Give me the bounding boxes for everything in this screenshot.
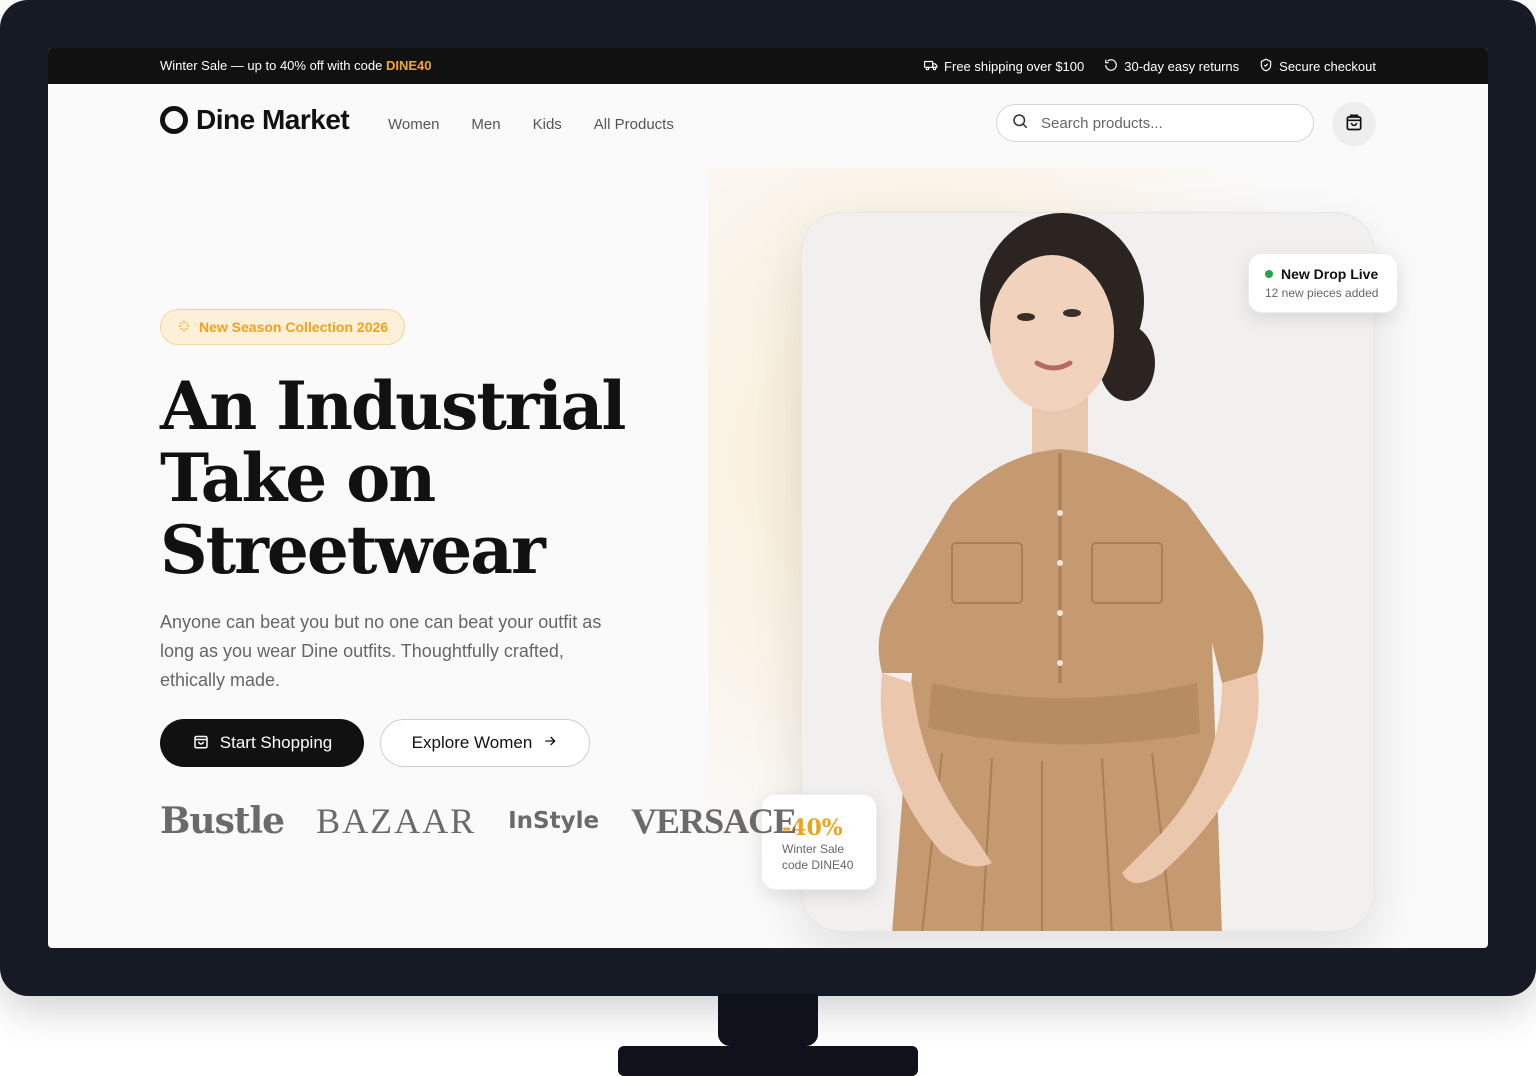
brand-instyle: InStyle bbox=[508, 808, 600, 834]
perks-list: Free shipping over $100 30-day easy retu… bbox=[924, 58, 1376, 75]
sale-code: DINE40 bbox=[385, 58, 432, 73]
browser-screen: Winter Sale — up to 40% off with code DI… bbox=[48, 48, 1488, 948]
sale-text: Winter Sale — up to 40% off with code bbox=[160, 58, 383, 73]
hero-photo-card bbox=[801, 212, 1375, 932]
cart-button[interactable] bbox=[1332, 102, 1376, 146]
brand-bazaar: BAZAAR bbox=[316, 801, 477, 841]
nav-all-products[interactable]: All Products bbox=[594, 116, 674, 133]
explore-women-label: Explore Women bbox=[411, 733, 533, 752]
perk-returns: 30-day easy returns bbox=[1104, 58, 1239, 75]
brand-logos: Bustle BAZAAR InStyle VERSACE bbox=[160, 800, 797, 842]
monitor-frame: Winter Sale — up to 40% off with code DI… bbox=[0, 0, 1536, 996]
headline-line-3: Streetwear bbox=[160, 511, 546, 589]
start-shopping-label: Start Shopping bbox=[219, 733, 333, 752]
site-logo[interactable]: Dine Market bbox=[160, 104, 350, 136]
announcement-bar: Winter Sale — up to 40% off with code DI… bbox=[48, 48, 1488, 84]
drop-title-text: New Drop Live bbox=[1281, 266, 1379, 282]
perk-label: Free shipping over $100 bbox=[944, 59, 1085, 74]
perk-secure: Secure checkout bbox=[1259, 58, 1376, 75]
headline-line-1: An Industrial bbox=[160, 367, 626, 445]
hero-headline: An Industrial Take on Streetwear bbox=[160, 367, 626, 589]
sale-line-2: code DINE40 bbox=[782, 858, 854, 872]
sparkle-icon bbox=[177, 319, 191, 336]
sale-announcement: Winter Sale — up to 40% off with code DI… bbox=[160, 58, 431, 73]
nav-women[interactable]: Women bbox=[388, 116, 439, 133]
sale-line-1: Winter Sale bbox=[782, 842, 845, 856]
perk-label: 30-day easy returns bbox=[1124, 59, 1240, 74]
headline-line-2: Take on bbox=[160, 439, 436, 517]
badge-text: New Season Collection 2026 bbox=[199, 319, 389, 335]
search-box[interactable] bbox=[996, 104, 1314, 142]
new-drop-card: New Drop Live 12 new pieces added bbox=[1248, 253, 1398, 313]
nav-men[interactable]: Men bbox=[471, 116, 500, 133]
perk-shipping: Free shipping over $100 bbox=[924, 58, 1084, 75]
drop-title: New Drop Live bbox=[1265, 266, 1381, 282]
hero-description: Anyone can beat you but no one can beat … bbox=[160, 612, 602, 690]
monitor-stand-base bbox=[618, 1046, 918, 1076]
perk-label: Secure checkout bbox=[1279, 59, 1376, 74]
search-input[interactable] bbox=[1039, 113, 1303, 133]
logo-text: Dine Market bbox=[196, 104, 350, 135]
shopping-bag-icon bbox=[192, 732, 210, 755]
main-nav: Women Men Kids All Products bbox=[388, 116, 674, 133]
collection-badge: New Season Collection 2026 bbox=[160, 309, 406, 345]
truck-icon bbox=[924, 58, 938, 75]
drop-subtitle: 12 new pieces added bbox=[1265, 286, 1379, 300]
search-icon bbox=[1011, 112, 1029, 135]
logo-ring-icon bbox=[160, 106, 188, 134]
start-shopping-button[interactable]: Start Shopping bbox=[160, 719, 364, 767]
monitor-stand-neck bbox=[718, 994, 818, 1046]
shield-icon bbox=[1259, 58, 1273, 75]
shopping-bag-icon bbox=[1344, 112, 1364, 137]
live-status-dot bbox=[1265, 270, 1273, 278]
nav-kids[interactable]: Kids bbox=[533, 116, 562, 133]
explore-women-button[interactable]: Explore Women bbox=[380, 719, 590, 767]
brand-bustle: Bustle bbox=[160, 800, 285, 842]
arrow-right-icon bbox=[542, 733, 558, 754]
brand-versace: VERSACE bbox=[631, 801, 797, 841]
refresh-icon bbox=[1104, 58, 1118, 75]
model-photo bbox=[878, 213, 1264, 931]
